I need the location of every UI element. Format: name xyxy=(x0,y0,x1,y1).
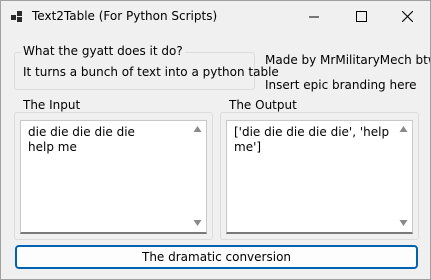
convert-button[interactable]: The dramatic conversion xyxy=(15,245,418,269)
close-button[interactable] xyxy=(384,1,430,32)
input-group-legend: The Input xyxy=(21,98,83,112)
credit-label: Made by MrMilitaryMech btw xyxy=(265,53,431,67)
info-description: It turns a bunch of text into a python t… xyxy=(23,65,279,79)
title-bar[interactable]: Text2Table (For Python Scripts) xyxy=(1,1,430,32)
scroll-down-arrow-icon[interactable] xyxy=(193,219,202,227)
app-window: Text2Table (For Python Scripts) What the… xyxy=(0,0,431,280)
app-icon xyxy=(11,11,23,23)
input-textarea[interactable]: die die die die die help me xyxy=(20,120,207,234)
close-icon xyxy=(402,11,413,22)
output-text: ['die die die die die', 'help me'] xyxy=(234,125,390,154)
output-group-legend: The Output xyxy=(227,98,299,112)
output-textarea[interactable]: ['die die die die die', 'help me'] xyxy=(226,120,413,234)
maximize-button[interactable] xyxy=(338,1,384,32)
branding-label: Insert epic branding here xyxy=(265,78,417,92)
maximize-icon xyxy=(356,11,367,22)
scroll-up-arrow-icon[interactable] xyxy=(399,125,408,133)
minimize-icon xyxy=(309,16,319,18)
minimize-button[interactable] xyxy=(291,1,337,32)
output-scrollbar[interactable] xyxy=(395,121,412,232)
input-scrollbar[interactable] xyxy=(189,121,206,232)
scroll-up-arrow-icon[interactable] xyxy=(193,125,202,133)
info-group-legend: What the gyatt does it do? xyxy=(21,44,185,58)
scroll-down-arrow-icon[interactable] xyxy=(399,219,408,227)
window-title: Text2Table (For Python Scripts) xyxy=(32,9,218,23)
input-text: die die die die die help me xyxy=(28,125,135,154)
